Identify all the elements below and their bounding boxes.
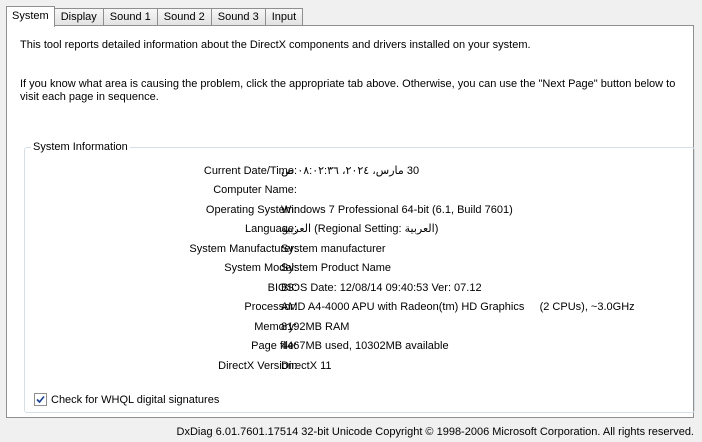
info-row-directx-version: DirectX Version: DirectX 11: [25, 359, 685, 373]
whql-checkbox-label[interactable]: Check for WHQL digital signatures: [51, 394, 219, 406]
info-row-memory: Memory: 8192MB RAM: [25, 320, 685, 334]
info-row-page-file: Page file: 4467MB used, 10302MB availabl…: [25, 339, 685, 353]
info-row-language: Language: العربية (Regional Setting: الع…: [25, 222, 685, 236]
info-value: 8192MB RAM: [281, 321, 350, 333]
info-row-operating-system: Operating System: Windows 7 Professional…: [25, 203, 685, 217]
tab-sound-1[interactable]: Sound 1: [102, 8, 158, 26]
info-value: System Product Name: [281, 262, 392, 274]
info-value: العربية (Regional Setting: العربية): [281, 223, 439, 235]
info-value: DirectX 11: [281, 360, 332, 372]
info-value: 4467MB used, 10302MB available: [281, 340, 449, 352]
info-row-system-model: System Model: System Product Name: [25, 261, 685, 275]
tab-sound-3[interactable]: Sound 3: [210, 8, 266, 26]
info-row-date-time: Current Date/Time: 30 مارس، ٢٠٢٤، ٠٨:٠٢:…: [25, 164, 685, 178]
info-row-bios: BIOS: BIOS Date: 12/08/14 09:40:53 Ver: …: [25, 281, 685, 295]
info-value: 30 مارس، ٢٠٢٤، ٠٨:٠٢:٣٦ ص: [281, 165, 420, 177]
tab-sound-2[interactable]: Sound 2: [156, 8, 212, 26]
tab-system[interactable]: System: [6, 6, 55, 27]
group-title: System Information: [31, 141, 130, 153]
info-value: BIOS Date: 12/08/14 09:40:53 Ver: 07.12: [281, 282, 482, 294]
info-row-system-manufacturer: System Manufacturer: System manufacturer: [25, 242, 685, 256]
checkmark-icon: [36, 395, 45, 404]
whql-checkbox[interactable]: [34, 393, 47, 406]
intro-text: This tool reports detailed information a…: [20, 39, 531, 51]
instructions-text: If you know what area is causing the pro…: [20, 78, 676, 103]
tab-display[interactable]: Display: [53, 8, 104, 26]
info-value: System manufacturer: [281, 243, 386, 255]
whql-checkbox-control[interactable]: Check for WHQL digital signatures: [34, 393, 219, 406]
tab-input[interactable]: Input: [264, 8, 304, 26]
info-label: Computer Name:: [213, 184, 297, 196]
info-row-processor: Processor: AMD A4-4000 APU with Radeon(t…: [25, 300, 685, 314]
tab-strip: System Display Sound 1 Sound 2 Sound 3 I…: [6, 6, 304, 27]
system-information-group: System Information Current Date/Time: 30…: [24, 141, 695, 413]
info-value: Windows 7 Professional 64-bit (6.1, Buil…: [281, 204, 513, 216]
info-value: AMD A4-4000 APU with Radeon(tm) HD Graph…: [281, 301, 635, 313]
copyright-footer: DxDiag 6.01.7601.17514 32-bit Unicode Co…: [176, 426, 694, 438]
system-tab-panel: This tool reports detailed information a…: [6, 25, 695, 418]
info-row-computer-name: Computer Name:: [25, 183, 685, 197]
